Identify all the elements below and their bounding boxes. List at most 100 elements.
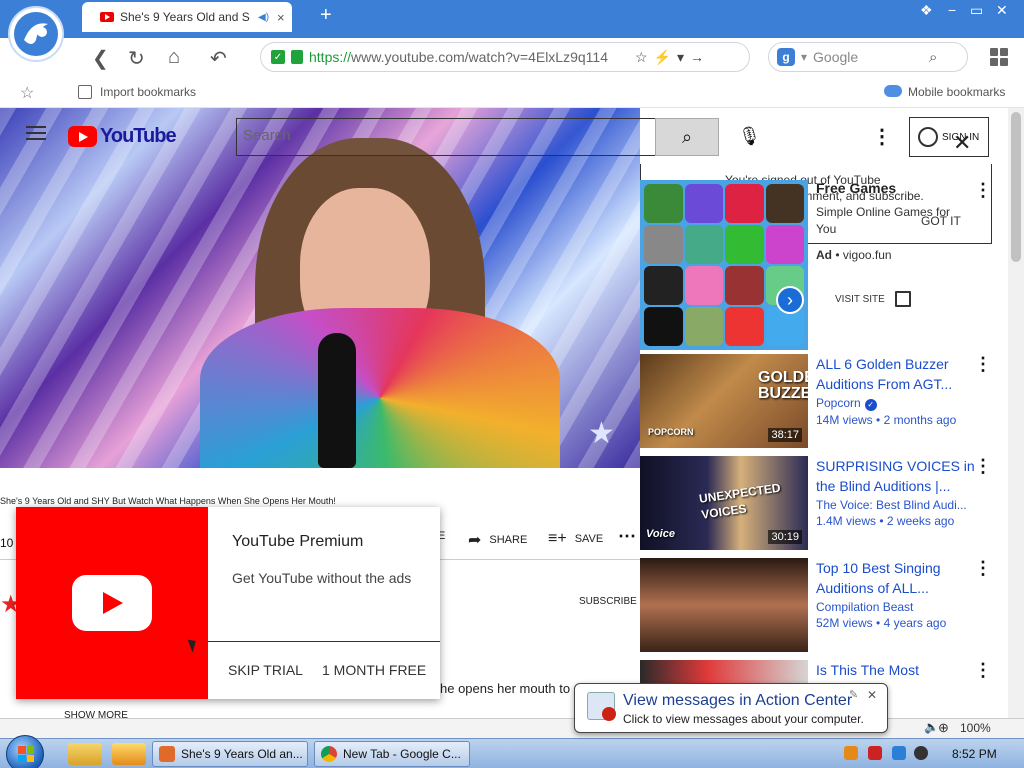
video-duration: 38:17	[768, 428, 802, 442]
speaker-icon[interactable]: ◀)	[258, 12, 269, 23]
carousel-next-icon[interactable]: ›	[776, 286, 804, 314]
windows-logo-icon	[18, 746, 34, 762]
video-thumbnail[interactable]	[640, 558, 808, 652]
apps-grid-icon[interactable]	[990, 48, 1008, 66]
video-frame-shirt	[200, 308, 560, 468]
chevron-down-icon[interactable]: ▾	[801, 50, 807, 64]
lock-icon	[291, 50, 303, 64]
pin-icon[interactable]: ✎	[849, 688, 858, 701]
tray-app-icon[interactable]	[914, 746, 928, 760]
share-button[interactable]: ➦ SHARE	[468, 530, 527, 550]
home-icon[interactable]: ⌂	[168, 46, 180, 69]
channel-name[interactable]: Popcorn ✓	[816, 396, 976, 411]
skip-trial-button[interactable]: SKIP TRIAL	[228, 662, 303, 678]
menu-icon[interactable]	[26, 126, 46, 140]
subscribe-button[interactable]: SUBSCRIBE	[579, 596, 637, 607]
show-more-button[interactable]: SHOW MORE	[64, 710, 128, 718]
task-label: She's 9 Years Old an...	[181, 747, 303, 761]
file-explorer-icon[interactable]	[68, 743, 102, 765]
new-tab-button[interactable]: +	[320, 4, 332, 27]
import-bookmarks-label: Import bookmarks	[100, 85, 197, 99]
star-icon[interactable]: ☆	[635, 49, 648, 66]
engine-search-box[interactable]: g ▾ Google ⌕	[768, 42, 968, 72]
page-scrollbar[interactable]	[1008, 108, 1024, 718]
sign-in-button[interactable]: SIGN IN	[909, 117, 989, 157]
channel-name-text: Popcorn	[816, 396, 861, 410]
media-player-icon[interactable]	[112, 743, 146, 765]
search-icon[interactable]: ⌕	[929, 49, 937, 66]
zoom-icon[interactable]: ⊕	[938, 720, 949, 736]
close-window-button[interactable]: ✕	[996, 2, 1008, 19]
volume-icon[interactable]: 🔈	[924, 720, 939, 734]
url-text[interactable]: https://www.youtube.com/watch?v=4ElxLz9q…	[309, 49, 629, 65]
tray-flag-icon[interactable]	[868, 746, 882, 760]
ad-thumbnail[interactable]	[640, 180, 808, 350]
close-icon[interactable]: ✕	[953, 130, 971, 156]
more-options-icon[interactable]: ⋮	[974, 660, 992, 681]
video-thumbnail[interactable]: GOLDEN BUZZERS POPCORN 38:17	[640, 354, 808, 448]
chevron-down-icon[interactable]: ▾	[677, 49, 684, 66]
video-thumbnail[interactable]: UNEXPECTED VOICES Voice 30:19	[640, 456, 808, 550]
lightning-icon[interactable]: ⚡	[654, 49, 671, 66]
account-icon	[918, 127, 938, 147]
back-icon[interactable]: ❮	[92, 46, 109, 71]
youtube-search-button[interactable]: ⌕	[655, 118, 719, 156]
description-fragment: he opens her mouth to	[440, 681, 571, 696]
bookmark-star-icon[interactable]: ☆	[20, 83, 34, 103]
video-title[interactable]: Top 10 Best Singing Auditions of ALL...	[816, 558, 976, 598]
video-title[interactable]: SURPRISING VOICES in the Blind Auditions…	[816, 456, 976, 496]
engine-search-placeholder: Google	[813, 49, 859, 65]
taskbar-task-browser[interactable]: She's 9 Years Old an...	[152, 741, 308, 767]
microphone-icon[interactable]: 🎙	[738, 126, 761, 147]
taskbar-task-chrome[interactable]: New Tab - Google C...	[314, 741, 470, 767]
tray-network-icon[interactable]	[892, 746, 906, 760]
sidebar-video[interactable]: UNEXPECTED VOICES Voice 30:19 SURPRISING…	[640, 456, 1000, 552]
action-center-balloon[interactable]: View messages in Action Center Click to …	[574, 683, 888, 733]
save-button[interactable]: ≡+ SAVE	[548, 530, 603, 548]
import-icon	[78, 85, 92, 99]
address-bar[interactable]: ✓ https://www.youtube.com/watch?v=4ElxLz…	[260, 42, 750, 72]
more-options-icon[interactable]: ⋮	[974, 456, 992, 477]
more-options-icon[interactable]: ⋮	[974, 558, 992, 579]
visit-site-button[interactable]: VISIT SITE	[835, 291, 911, 307]
upload-age: 4 years ago	[883, 616, 947, 630]
save-label: SAVE	[574, 533, 604, 545]
chrome-icon	[321, 746, 337, 762]
ad-title[interactable]: Free Games	[816, 180, 896, 196]
more-options-icon[interactable]: ⋮	[974, 180, 992, 201]
youtube-search-input[interactable]: Search	[236, 118, 656, 156]
browser-tab[interactable]: She's 9 Years Old and S ◀) ×	[82, 2, 292, 32]
minimize-button[interactable]: −	[948, 2, 956, 18]
youtube-play-icon	[68, 126, 97, 147]
channel-name[interactable]: Compilation Beast	[816, 600, 976, 614]
google-icon[interactable]: g	[777, 48, 795, 66]
start-button[interactable]	[6, 735, 44, 768]
sidebar-video[interactable]: Top 10 Best Singing Auditions of ALL... …	[640, 558, 1000, 654]
youtube-logo[interactable]: YouTube	[68, 125, 177, 148]
scrollbar-thumb[interactable]	[1011, 112, 1021, 262]
clock[interactable]: 8:52 PM	[952, 747, 997, 761]
view-count: 1.4M views	[816, 514, 877, 528]
zoom-level[interactable]: 100%	[960, 721, 991, 735]
reload-icon[interactable]: ↻	[128, 46, 145, 71]
skin-icon[interactable]: ❖	[920, 2, 933, 19]
cloud-icon	[884, 85, 902, 97]
maximize-button[interactable]: ▭	[970, 2, 983, 19]
mobile-bookmarks-link[interactable]: Mobile bookmarks	[884, 85, 1005, 99]
channel-name[interactable]: The Voice: Best Blind Audi...	[816, 498, 976, 512]
undo-icon[interactable]: ↶	[210, 46, 227, 71]
go-arrow-icon[interactable]: →	[690, 49, 704, 65]
video-meta: ALL 6 Golden Buzzer Auditions From AGT..…	[816, 354, 976, 427]
balloon-close-icon[interactable]: ✕	[867, 688, 877, 702]
tab-close-icon[interactable]: ×	[277, 10, 285, 25]
import-bookmarks-link[interactable]: Import bookmarks	[78, 85, 196, 99]
url-scheme: https://	[309, 49, 352, 65]
sidebar-video[interactable]: GOLDEN BUZZERS POPCORN 38:17 ALL 6 Golde…	[640, 354, 1000, 450]
more-actions-icon[interactable]: ⋯	[618, 526, 636, 547]
tray-search-icon[interactable]	[844, 746, 858, 760]
video-title[interactable]: ALL 6 Golden Buzzer Auditions From AGT..…	[816, 354, 976, 394]
more-options-icon[interactable]: ⋮	[872, 124, 892, 149]
more-options-icon[interactable]: ⋮	[974, 354, 992, 375]
browser-logo-icon[interactable]	[8, 6, 64, 62]
month-free-button[interactable]: 1 MONTH FREE	[322, 662, 426, 678]
